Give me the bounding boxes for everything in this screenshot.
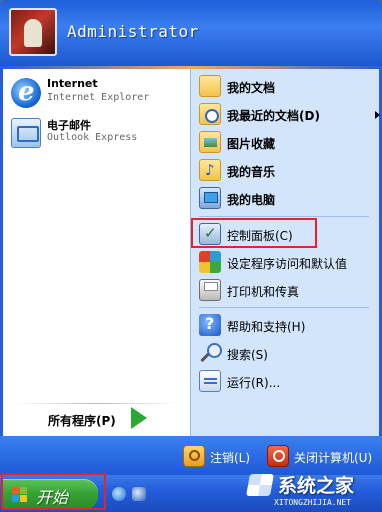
logoff-key-icon <box>183 445 205 467</box>
pinned-item-title: Internet <box>47 77 98 90</box>
menu-item-help[interactable]: 帮助和支持(H) <box>199 314 375 338</box>
pinned-item-email[interactable]: 电子邮件 Outlook Express <box>11 115 186 151</box>
pinned-programs-pane: Internet Internet Explorer 电子邮件 Outlook … <box>3 69 190 436</box>
program-defaults-icon <box>199 251 221 273</box>
all-programs-button[interactable]: 所有程序(P) <box>48 412 116 429</box>
outlook-express-icon <box>11 118 41 148</box>
menu-item-label: 搜索(S) <box>227 348 268 362</box>
menu-item-label: 我最近的文档(D) <box>227 109 320 123</box>
power-icon <box>267 445 289 467</box>
quicklaunch-desktop-icon[interactable] <box>132 487 146 501</box>
menu-item-printers[interactable]: 打印机和传真 <box>199 279 375 303</box>
menu-item-label: 我的电脑 <box>227 193 276 207</box>
shutdown-button[interactable]: 关闭计算机(U) <box>267 445 379 467</box>
pinned-item-internet[interactable]: Internet Internet Explorer <box>11 75 186 111</box>
internet-explorer-icon <box>11 77 41 108</box>
printers-icon <box>199 279 221 301</box>
menu-item-label: 运行(R)... <box>227 376 281 390</box>
my-pictures-icon <box>199 131 221 153</box>
control-panel-highlight-box <box>191 218 317 248</box>
menu-item-program-defaults[interactable]: 设定程序访问和默认值 <box>199 251 375 275</box>
watermark-logo-icon <box>246 474 274 496</box>
start-menu: Administrator Internet Internet Explorer… <box>0 0 382 475</box>
run-icon <box>199 370 221 392</box>
quicklaunch-ie-icon[interactable] <box>112 487 126 501</box>
start-menu-header: Administrator <box>0 0 382 66</box>
menu-item-run[interactable]: 运行(R)... <box>199 370 375 394</box>
watermark-name: 系统之家 <box>278 475 355 497</box>
pinned-item-subtitle: Internet Explorer <box>47 92 150 103</box>
logoff-button[interactable]: 注销(L) <box>183 445 261 467</box>
search-icon <box>199 342 222 364</box>
user-avatar[interactable] <box>9 8 57 56</box>
menu-item-my-documents[interactable]: 我的文档 <box>199 75 375 99</box>
all-programs-arrow-icon[interactable] <box>131 407 147 429</box>
menu-item-my-music[interactable]: 我的音乐 <box>199 159 375 183</box>
menu-item-recent-documents[interactable]: 我最近的文档(D) <box>199 103 380 127</box>
username: Administrator <box>67 22 199 41</box>
logoff-label: 注销(L) <box>210 451 251 465</box>
my-documents-icon <box>199 75 221 97</box>
menu-divider <box>199 216 369 217</box>
site-watermark: 系统之家 XITONGZHIJIA.NET <box>246 470 380 510</box>
menu-item-my-computer[interactable]: 我的电脑 <box>199 187 375 211</box>
submenu-arrow-icon <box>375 111 380 119</box>
watermark-url: XITONGZHIJIA.NET <box>274 498 352 507</box>
all-programs-divider <box>15 403 179 404</box>
menu-item-label: 帮助和支持(H) <box>227 320 306 334</box>
shutdown-label: 关闭计算机(U) <box>294 451 373 465</box>
my-music-icon <box>199 159 221 181</box>
menu-item-search[interactable]: 搜索(S) <box>199 342 375 366</box>
menu-item-label: 我的文档 <box>227 81 276 95</box>
places-pane: 我的文档 我最近的文档(D) 图片收藏 我的音乐 我的电脑 控制面板(C) 设定… <box>190 69 380 436</box>
pinned-item-title: 电子邮件 <box>47 119 91 132</box>
help-icon <box>199 314 221 336</box>
menu-item-label: 打印机和传真 <box>227 285 300 299</box>
my-computer-icon <box>199 187 221 209</box>
pinned-item-subtitle: Outlook Express <box>47 132 138 143</box>
menu-divider <box>199 307 369 308</box>
recent-documents-icon <box>199 103 221 125</box>
menu-item-label: 图片收藏 <box>227 137 276 151</box>
menu-item-label: 设定程序访问和默认值 <box>227 257 348 271</box>
menu-item-my-pictures[interactable]: 图片收藏 <box>199 131 375 155</box>
start-button-highlight-box <box>1 473 106 510</box>
menu-item-label: 我的音乐 <box>227 165 276 179</box>
